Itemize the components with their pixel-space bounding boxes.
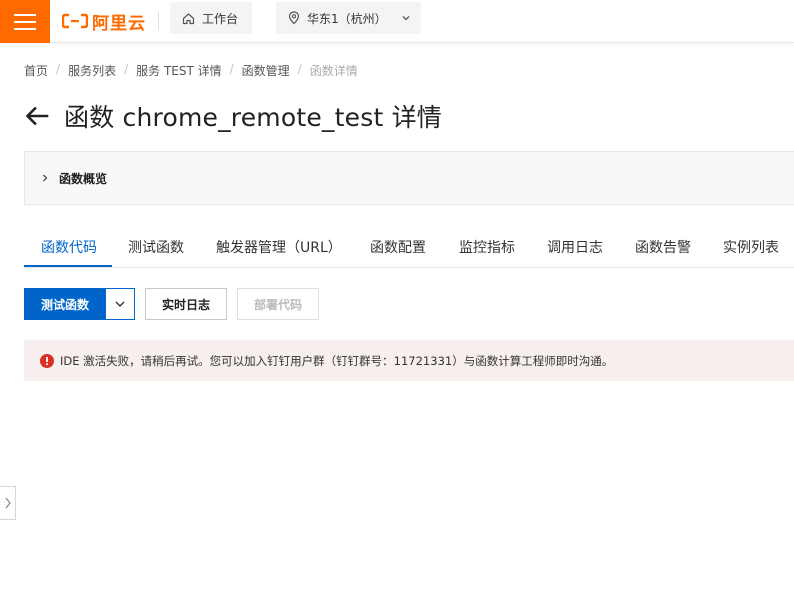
function-tabs: 函数代码 测试函数 触发器管理（URL） 函数配置 监控指标 调用日志 函数告警… bbox=[24, 226, 794, 268]
chevron-down-icon bbox=[115, 301, 125, 307]
home-icon bbox=[182, 12, 195, 25]
aliyun-logo[interactable]: 阿里云 bbox=[62, 9, 146, 34]
error-message: IDE 激活失败，请稍后再试。您可以加入钉钉用户群（钉钉群号：11721331）… bbox=[60, 353, 614, 368]
error-icon bbox=[40, 353, 54, 368]
back-arrow-icon[interactable] bbox=[24, 103, 50, 129]
topbar-divider bbox=[158, 12, 159, 30]
active-tab-indicator bbox=[24, 265, 112, 267]
tab-test-function[interactable]: 测试函数 bbox=[128, 226, 184, 267]
tab-invocation-logs[interactable]: 调用日志 bbox=[547, 226, 603, 267]
tab-function-alerts[interactable]: 函数告警 bbox=[635, 226, 691, 267]
breadcrumb: 首页 / 服务列表 / 服务 TEST 详情 / 函数管理 / 函数详情 bbox=[24, 62, 358, 79]
tab-instance-list[interactable]: 实例列表 bbox=[723, 226, 779, 267]
region-label: 华东1（杭州） bbox=[307, 11, 387, 26]
workbench-button[interactable]: 工作台 bbox=[170, 2, 252, 34]
workbench-label: 工作台 bbox=[202, 11, 239, 26]
realtime-log-button[interactable]: 实时日志 bbox=[145, 288, 227, 320]
chevron-right-icon bbox=[5, 497, 11, 509]
chevron-down-icon bbox=[401, 13, 411, 23]
chevron-right-icon bbox=[41, 173, 49, 183]
region-selector[interactable]: 华东1（杭州） bbox=[276, 2, 421, 34]
test-options-dropdown[interactable] bbox=[105, 288, 135, 320]
breadcrumb-separator: / bbox=[124, 62, 129, 76]
sidebar-expand-handle[interactable] bbox=[0, 486, 16, 520]
error-alert: IDE 激活失败，请稍后再试。您可以加入钉钉用户群（钉钉群号：11721331）… bbox=[24, 340, 794, 381]
breadcrumb-function-manage[interactable]: 函数管理 bbox=[242, 62, 290, 79]
breadcrumb-home[interactable]: 首页 bbox=[24, 62, 48, 79]
location-pin-icon bbox=[288, 11, 300, 25]
function-overview-panel[interactable]: 函数概览 bbox=[24, 151, 794, 205]
breadcrumb-separator: / bbox=[56, 62, 61, 76]
tab-function-code[interactable]: 函数代码 bbox=[41, 226, 97, 267]
top-nav-bar: 阿里云 工作台 华东1（杭州） bbox=[0, 0, 794, 43]
breadcrumb-separator: / bbox=[229, 62, 234, 76]
deploy-code-button[interactable]: 部署代码 bbox=[237, 288, 319, 320]
page-title: 函数 chrome_remote_test 详情 bbox=[64, 103, 442, 132]
page-header: 函数 chrome_remote_test 详情 bbox=[24, 96, 442, 136]
breadcrumb-service-list[interactable]: 服务列表 bbox=[68, 62, 116, 79]
logo-text: 阿里云 bbox=[92, 13, 146, 34]
tab-monitoring[interactable]: 监控指标 bbox=[459, 226, 515, 267]
breadcrumb-separator: / bbox=[297, 62, 302, 76]
tab-function-config[interactable]: 函数配置 bbox=[370, 226, 426, 267]
aliyun-logo-icon bbox=[62, 13, 88, 29]
function-overview-label: 函数概览 bbox=[59, 171, 108, 186]
breadcrumb-function-detail: 函数详情 bbox=[309, 64, 358, 78]
menu-icon[interactable] bbox=[0, 0, 50, 43]
tab-trigger-manage[interactable]: 触发器管理（URL） bbox=[216, 226, 342, 267]
breadcrumb-service-detail[interactable]: 服务 TEST 详情 bbox=[136, 62, 222, 79]
test-function-button[interactable]: 测试函数 bbox=[24, 288, 106, 320]
